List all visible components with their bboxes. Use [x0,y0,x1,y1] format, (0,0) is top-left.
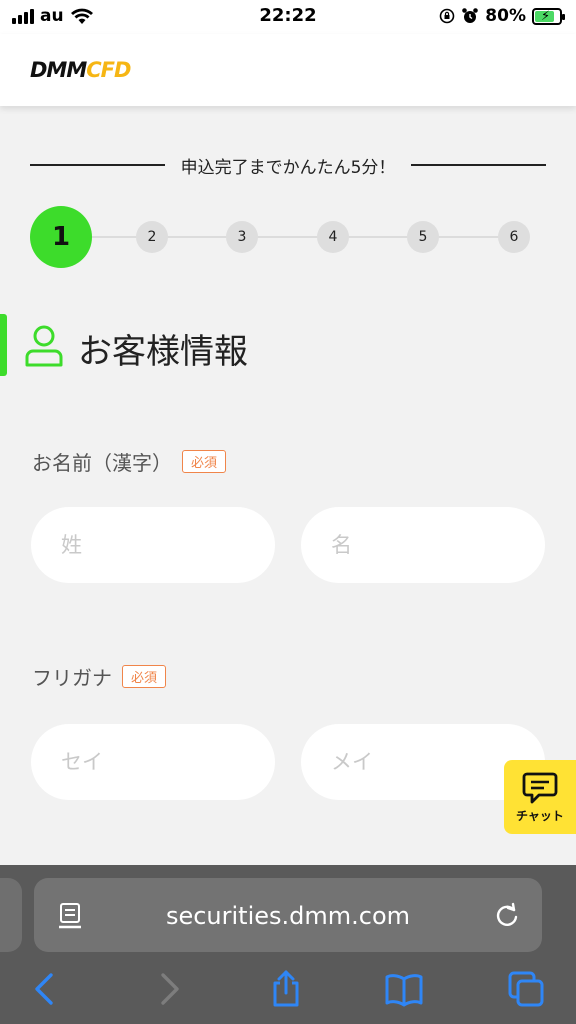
share-icon[interactable] [266,969,306,1009]
last-name-kanji-input[interactable] [31,507,275,583]
section-customer-info: お客様情報 [0,314,576,376]
page-title: お客様情報 [78,332,248,372]
user-icon [25,325,63,367]
tagline-text: 申込完了までかんたん5分！ [180,157,396,178]
first-name-kanji-input[interactable] [301,507,545,583]
orientation-lock-icon [439,8,455,24]
name-kanji-label: お名前（漢字） 必須 [32,447,227,476]
step-track [60,236,514,238]
site-header: DMMCFD [0,34,576,106]
browser-bottom-bar: securities.dmm.com [0,865,576,1024]
back-icon[interactable] [26,969,66,1009]
divider-left [30,164,165,166]
step-2: 2 [136,221,168,253]
progress-tagline: 申込完了までかんたん5分！ [30,150,547,180]
chat-label: チャット [516,808,564,823]
battery-percent: 80% [485,6,526,26]
divider-right [411,164,547,166]
forward-icon[interactable] [148,969,188,1009]
tabs-icon[interactable] [506,969,546,1009]
status-bar: au 22:22 80% ⚡ [0,0,576,34]
chat-button[interactable]: チャット [504,760,576,834]
name-kanji-label-text: お名前（漢字） [32,451,172,475]
step-3: 3 [226,221,258,253]
browser-toolbar [0,963,576,1023]
last-name-kana-input[interactable] [31,724,275,800]
chat-bubble-icon [522,772,558,803]
name-kana-label: フリガナ 必須 [32,662,167,691]
required-badge: 必須 [122,665,167,688]
logo-secondary: CFD [86,58,131,82]
step-1: 1 [30,206,92,268]
section-accent-bar [0,314,7,376]
step-4: 4 [317,221,349,253]
alarm-icon [462,8,479,23]
status-right: 80% ⚡ [439,6,565,26]
dmm-cfd-logo[interactable]: DMMCFD [30,58,131,82]
bookmarks-icon[interactable] [384,969,424,1009]
previous-tab-edge[interactable] [0,878,22,952]
step-6: 6 [498,221,530,253]
address-bar[interactable]: securities.dmm.com [34,878,542,952]
url-text: securities.dmm.com [165,902,411,930]
reload-icon[interactable] [494,902,520,928]
required-badge: 必須 [182,450,227,473]
battery-charging-icon: ⚡ [532,7,565,25]
step-indicator: 1 2 3 4 5 6 [30,205,530,269]
name-kana-label-text: フリガナ [32,666,112,690]
step-5: 5 [407,221,439,253]
logo-primary: DMM [30,58,87,82]
